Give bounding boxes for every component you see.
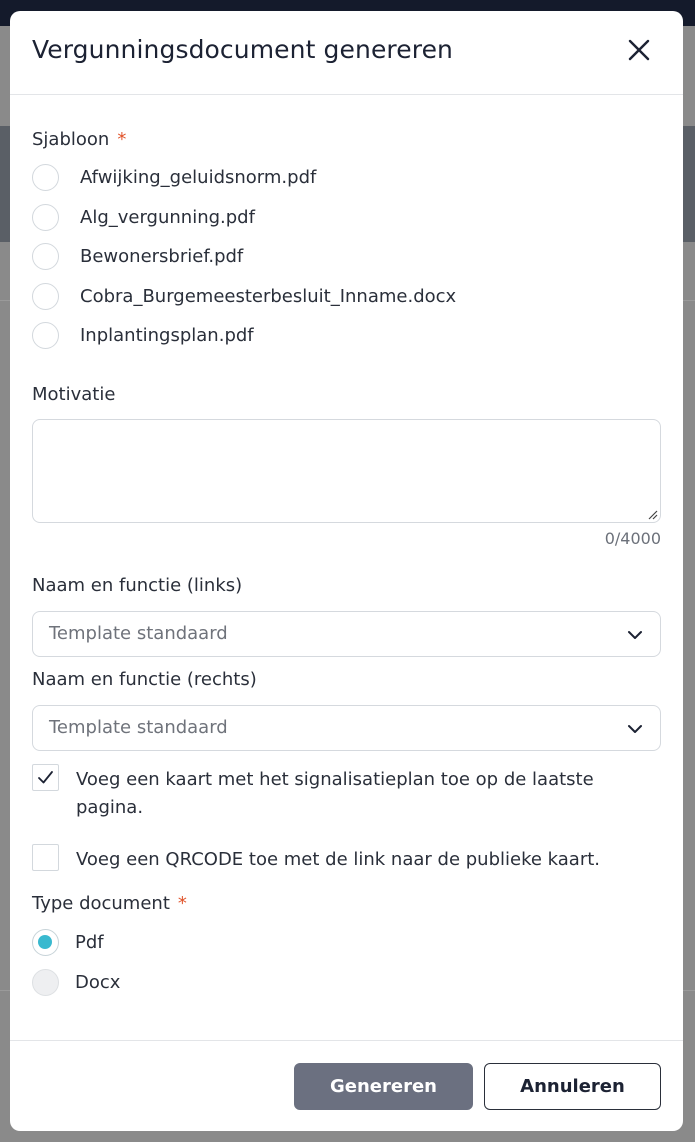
template-option-label: Afwijking_geluidsnorm.pdf: [80, 166, 317, 188]
template-option-label: Cobra_Burgemeesterbesluit_Inname.docx: [80, 285, 457, 307]
radio-button[interactable]: [32, 163, 59, 191]
template-option-label: Alg_vergunning.pdf: [80, 206, 255, 228]
map-checkbox-label: Voeg een kaart met het signalisatieplan …: [76, 769, 594, 818]
name-right-select[interactable]: Template standaard: [32, 705, 661, 751]
qrcode-checkbox-row[interactable]: Voeg een QRCODE toe met de link naar de …: [32, 844, 661, 874]
document-type-label-text: Type document: [32, 893, 170, 914]
document-type-docx[interactable]: Docx: [32, 968, 120, 996]
radio-button-selected[interactable]: [32, 928, 59, 956]
document-type-pdf-label: Pdf: [75, 931, 104, 953]
motivation-label: Motivatie: [32, 384, 116, 405]
radio-button[interactable]: [32, 282, 59, 310]
radio-button-disabled[interactable]: [32, 968, 59, 996]
map-checkbox-row[interactable]: Voeg een kaart met het signalisatieplan …: [32, 764, 661, 822]
qrcode-checkbox-label: Voeg een QRCODE toe met de link naar de …: [76, 849, 601, 870]
document-type-pdf[interactable]: Pdf: [32, 928, 104, 956]
close-button[interactable]: [624, 35, 654, 65]
template-label: Sjabloon *: [32, 129, 126, 150]
background-image-strip: [683, 126, 695, 242]
document-type-label: Type document *: [32, 893, 187, 914]
required-marker: *: [117, 129, 127, 150]
name-right-value: Template standaard: [49, 717, 228, 738]
template-option[interactable]: Bewonersbrief.pdf: [32, 242, 243, 270]
radio-button[interactable]: [32, 321, 59, 349]
chevron-down-icon: [628, 725, 642, 733]
document-type-docx-label: Docx: [75, 971, 121, 993]
radio-button[interactable]: [32, 242, 59, 270]
name-left-value: Template standaard: [49, 623, 228, 644]
cancel-button[interactable]: Annuleren: [484, 1063, 661, 1110]
name-right-label: Naam en functie (rechts): [32, 669, 257, 690]
template-option-label: Bewonersbrief.pdf: [80, 245, 244, 267]
map-checkbox[interactable]: [32, 764, 59, 791]
template-option-label: Inplantingsplan.pdf: [80, 324, 254, 346]
checkmark-icon: [38, 771, 53, 784]
character-counter: 0/4000: [604, 529, 661, 548]
resize-handle-icon[interactable]: [646, 508, 658, 520]
close-icon: [628, 39, 650, 61]
generate-button[interactable]: Genereren: [294, 1063, 473, 1110]
dialog-header: Vergunningsdocument genereren: [10, 11, 683, 95]
dialog-title: Vergunningsdocument genereren: [32, 35, 453, 64]
template-option[interactable]: Cobra_Burgemeesterbesluit_Inname.docx: [32, 282, 456, 310]
qrcode-checkbox[interactable]: [32, 844, 59, 871]
template-option[interactable]: Alg_vergunning.pdf: [32, 203, 255, 231]
motivation-textarea[interactable]: [32, 419, 661, 523]
dialog-footer: Genereren Annuleren: [10, 1040, 683, 1131]
name-left-select[interactable]: Template standaard: [32, 611, 661, 657]
chevron-down-icon: [628, 631, 642, 639]
background-image-strip-left: [0, 126, 10, 242]
radio-button[interactable]: [32, 203, 59, 231]
generate-document-dialog: Vergunningsdocument genereren Sjabloon * …: [10, 11, 683, 1131]
template-option[interactable]: Afwijking_geluidsnorm.pdf: [32, 163, 316, 191]
required-marker: *: [177, 893, 187, 914]
template-label-text: Sjabloon: [32, 129, 110, 150]
template-option[interactable]: Inplantingsplan.pdf: [32, 321, 254, 349]
name-left-label: Naam en functie (links): [32, 575, 243, 596]
